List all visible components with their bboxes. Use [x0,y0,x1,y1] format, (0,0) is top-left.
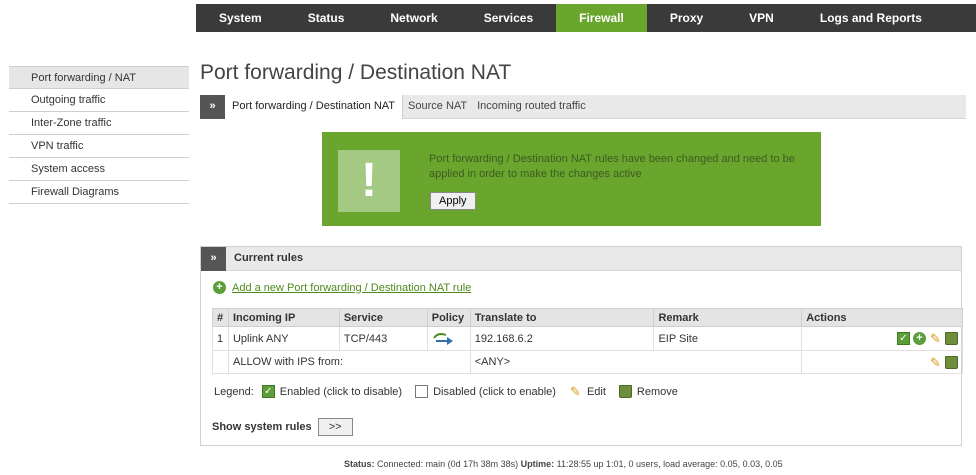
sidebar: Port forwarding / NAT Outgoing traffic I… [9,66,189,204]
status-label: Status: [344,459,375,469]
status-value: Connected: main (0d 17h 38m 38s) [377,459,519,469]
sidebar-item-outgoing-traffic[interactable]: Outgoing traffic [9,89,189,112]
sidebar-item-system-access[interactable]: System access [9,158,189,181]
subrow-actions: ✎ [801,350,963,374]
subrow-blank [212,350,229,374]
tab-source-nat[interactable]: Source NAT [403,95,472,119]
edit-pencil-icon: ✎ [570,384,581,399]
table-header-row: # Incoming IP Service Policy Translate t… [212,308,963,327]
nav-services[interactable]: Services [461,4,556,32]
nav-proxy[interactable]: Proxy [647,4,726,32]
legend-remove: Remove [636,385,678,398]
legend-label: Legend: [214,385,254,398]
sidebar-item-vpn-traffic[interactable]: VPN traffic [9,135,189,158]
remove-trash-icon[interactable] [945,332,958,345]
exclamation-icon: ! [338,150,400,212]
chevron-icon: » [201,247,226,271]
show-system-rules-button[interactable]: >> [317,418,353,436]
apply-button[interactable]: Apply [430,192,476,210]
rule-remark: EIP Site [653,326,803,351]
notice-message: Port forwarding / Destination NAT rules … [429,153,795,180]
table-row: 1 Uplink ANY TCP/443 192.168.6.2 EIP Sit… [212,326,963,351]
col-header-num: # [212,308,229,327]
rule-translate-to: 192.168.6.2 [469,326,655,351]
col-header-service: Service [338,308,428,327]
rule-actions: ✓ + ✎ [801,326,963,351]
nav-firewall[interactable]: Firewall [556,4,647,32]
current-rules-panel: » Current rules + Add a new Port forward… [200,246,963,446]
nav-system[interactable]: System [196,4,285,32]
rules-title: Current rules [234,252,304,264]
legend-edit: Edit [586,385,606,398]
show-system-rules-row: Show system rules >> [212,418,353,436]
tab-incoming-routed-traffic[interactable]: Incoming routed traffic [472,95,591,119]
enabled-check-icon[interactable]: ✓ [897,332,910,345]
remove-trash-icon [618,385,632,398]
rule-allow-source: <ANY> [469,350,803,374]
rules-header: » Current rules [201,247,961,271]
col-header-actions: Actions [801,308,963,327]
uptime-value: 11:28:55 up 1:01, 0 users, load average:… [556,459,783,469]
rule-allow-ips: ALLOW with IPS from: [227,350,471,374]
legend: Legend: ✓ Enabled (click to disable) Dis… [214,385,688,398]
rule-service: TCP/443 [338,326,428,351]
edit-pencil-icon[interactable]: ✎ [929,332,942,345]
status-bar: Status: Connected: main (0d 17h 38m 38s)… [344,459,783,469]
remove-trash-icon[interactable] [945,355,958,369]
add-rule-link-row: + Add a new Port forwarding / Destinatio… [213,281,471,294]
rule-policy [426,326,471,351]
policy-forward-icon [432,333,453,345]
rule-number: 1 [212,326,229,351]
top-navigation: System Status Network Services Firewall … [196,4,976,32]
page-title: Port forwarding / Destination NAT [200,61,512,84]
add-circle-icon[interactable]: + [913,332,926,345]
edit-pencil-icon[interactable]: ✎ [929,356,942,369]
rules-table: # Incoming IP Service Policy Translate t… [212,308,963,374]
top-bar: System Status Network Services Firewall … [0,0,976,34]
legend-enabled: Enabled (click to disable) [279,385,403,398]
sidebar-item-port-forwarding[interactable]: Port forwarding / NAT [9,66,189,89]
sidebar-item-inter-zone-traffic[interactable]: Inter-Zone traffic [9,112,189,135]
rule-incoming-ip: Uplink ANY [227,326,340,351]
nav-network[interactable]: Network [367,4,460,32]
nav-vpn[interactable]: VPN [726,4,797,32]
sidebar-item-firewall-diagrams[interactable]: Firewall Diagrams [9,181,189,204]
nav-status[interactable]: Status [285,4,368,32]
add-rule-link[interactable]: Add a new Port forwarding / Destination … [232,282,471,294]
add-circle-icon[interactable]: + [213,281,226,294]
apply-notice: ! Port forwarding / Destination NAT rule… [322,132,821,226]
table-row: ALLOW with IPS from: <ANY> ✎ [212,350,963,374]
tab-bar: » Port forwarding / Destination NAT Sour… [200,95,966,119]
show-system-rules-label: Show system rules [212,421,312,433]
chevron-icon: » [200,95,225,119]
nav-logs-and-reports[interactable]: Logs and Reports [797,4,945,32]
col-header-remark: Remark [653,308,803,327]
col-header-translate-to: Translate to [469,308,655,327]
uptime-label: Uptime: [520,459,555,469]
enabled-check-icon: ✓ [261,385,275,398]
col-header-incoming-ip: Incoming IP [227,308,340,327]
tab-port-forwarding[interactable]: Port forwarding / Destination NAT [225,95,404,119]
legend-disabled: Disabled (click to enable) [433,385,556,398]
disabled-checkbox-icon [415,385,429,398]
col-header-policy: Policy [426,308,471,327]
